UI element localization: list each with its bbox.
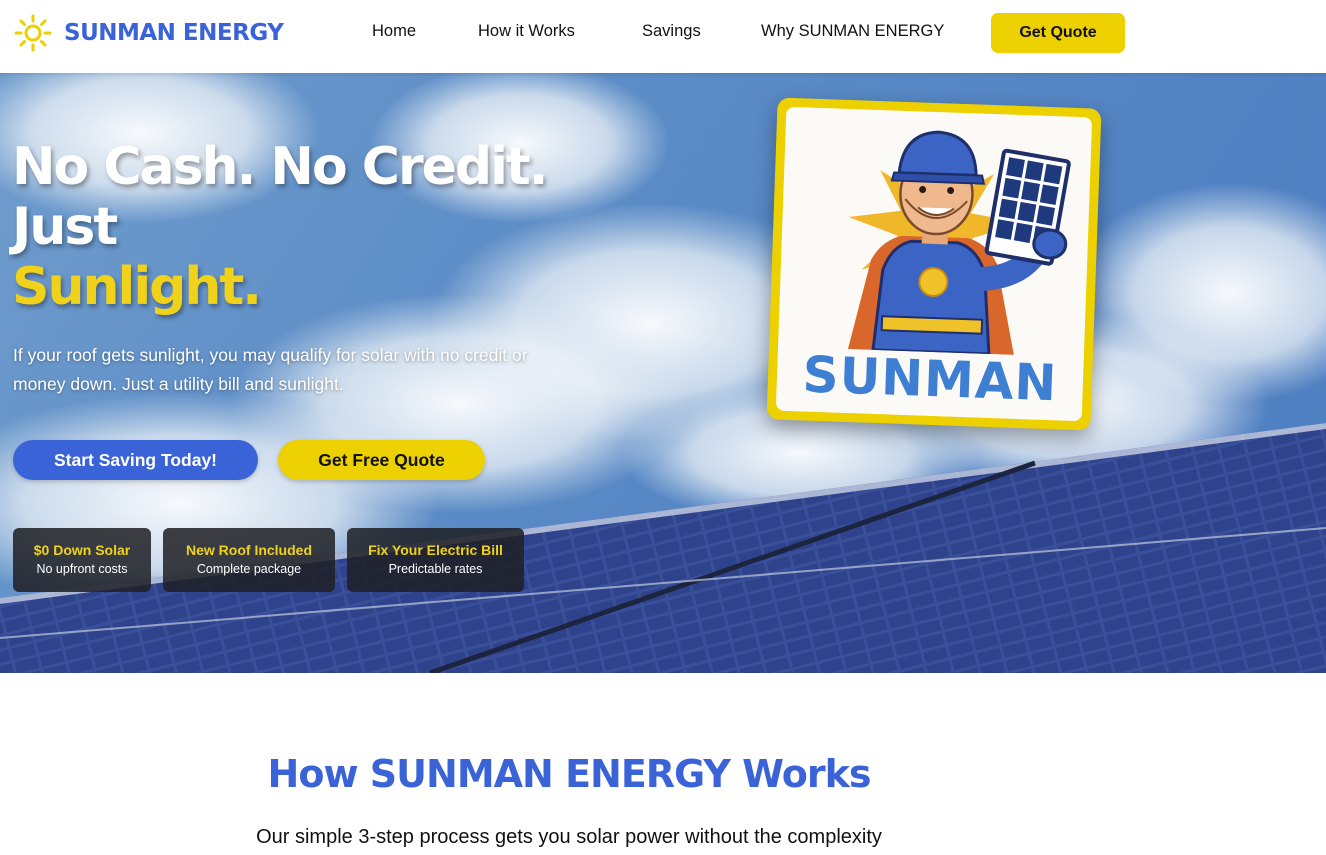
feature-title: Fix Your Electric Bill — [368, 542, 503, 558]
feature-title: New Roof Included — [186, 542, 312, 558]
feature-subtitle: Predictable rates — [388, 562, 483, 576]
get-quote-button[interactable]: Get Quote — [991, 13, 1125, 53]
logo[interactable]: SUNMAN ENERGY — [14, 14, 284, 52]
feature-badge-new-roof: New Roof Included Complete package — [163, 528, 335, 592]
nav-link-how-it-works[interactable]: How it Works — [478, 22, 575, 41]
hero-subtitle: If your roof gets sunlight, you may qual… — [13, 345, 528, 394]
mascot-label: SUNMAN — [801, 345, 1059, 413]
feature-badge-electric-bill: Fix Your Electric Bill Predictable rates — [347, 528, 524, 592]
sun-icon — [14, 14, 52, 52]
mascot-frame: SUNMAN — [775, 106, 1093, 422]
feature-badge-zero-down: $0 Down Solar No upfront costs — [13, 528, 151, 592]
hero-headline: No Cash. No Credit. Just Sunlight. — [12, 137, 549, 317]
nav-link-home[interactable]: Home — [372, 22, 416, 41]
start-saving-button[interactable]: Start Saving Today! — [13, 440, 258, 480]
mascot-card: SUNMAN — [766, 97, 1102, 431]
navbar: SUNMAN ENERGY Home How it Works Savings … — [0, 0, 1326, 73]
nav-link-why-sunman[interactable]: Why SUNMAN ENERGY — [761, 22, 944, 41]
mascot-illustration — [847, 130, 1071, 356]
how-it-works-title: How SUNMAN ENERGY Works — [267, 752, 872, 796]
headline-line-2: Just — [12, 197, 118, 257]
hero-section: No Cash. No Credit. Just Sunlight. If yo… — [0, 73, 1326, 673]
feature-subtitle: Complete package — [196, 562, 302, 576]
how-it-works-subtitle: Our simple 3-step process gets you solar… — [256, 826, 882, 848]
feature-subtitle: No upfront costs — [36, 562, 128, 576]
feature-title: $0 Down Solar — [33, 542, 131, 558]
brand-name: SUNMAN ENERGY — [64, 20, 284, 46]
get-free-quote-button[interactable]: Get Free Quote — [278, 440, 485, 480]
headline-line-1: No Cash. No Credit. — [12, 137, 549, 197]
nav-link-savings[interactable]: Savings — [642, 22, 701, 41]
headline-line-3: Sunlight. — [12, 257, 262, 317]
